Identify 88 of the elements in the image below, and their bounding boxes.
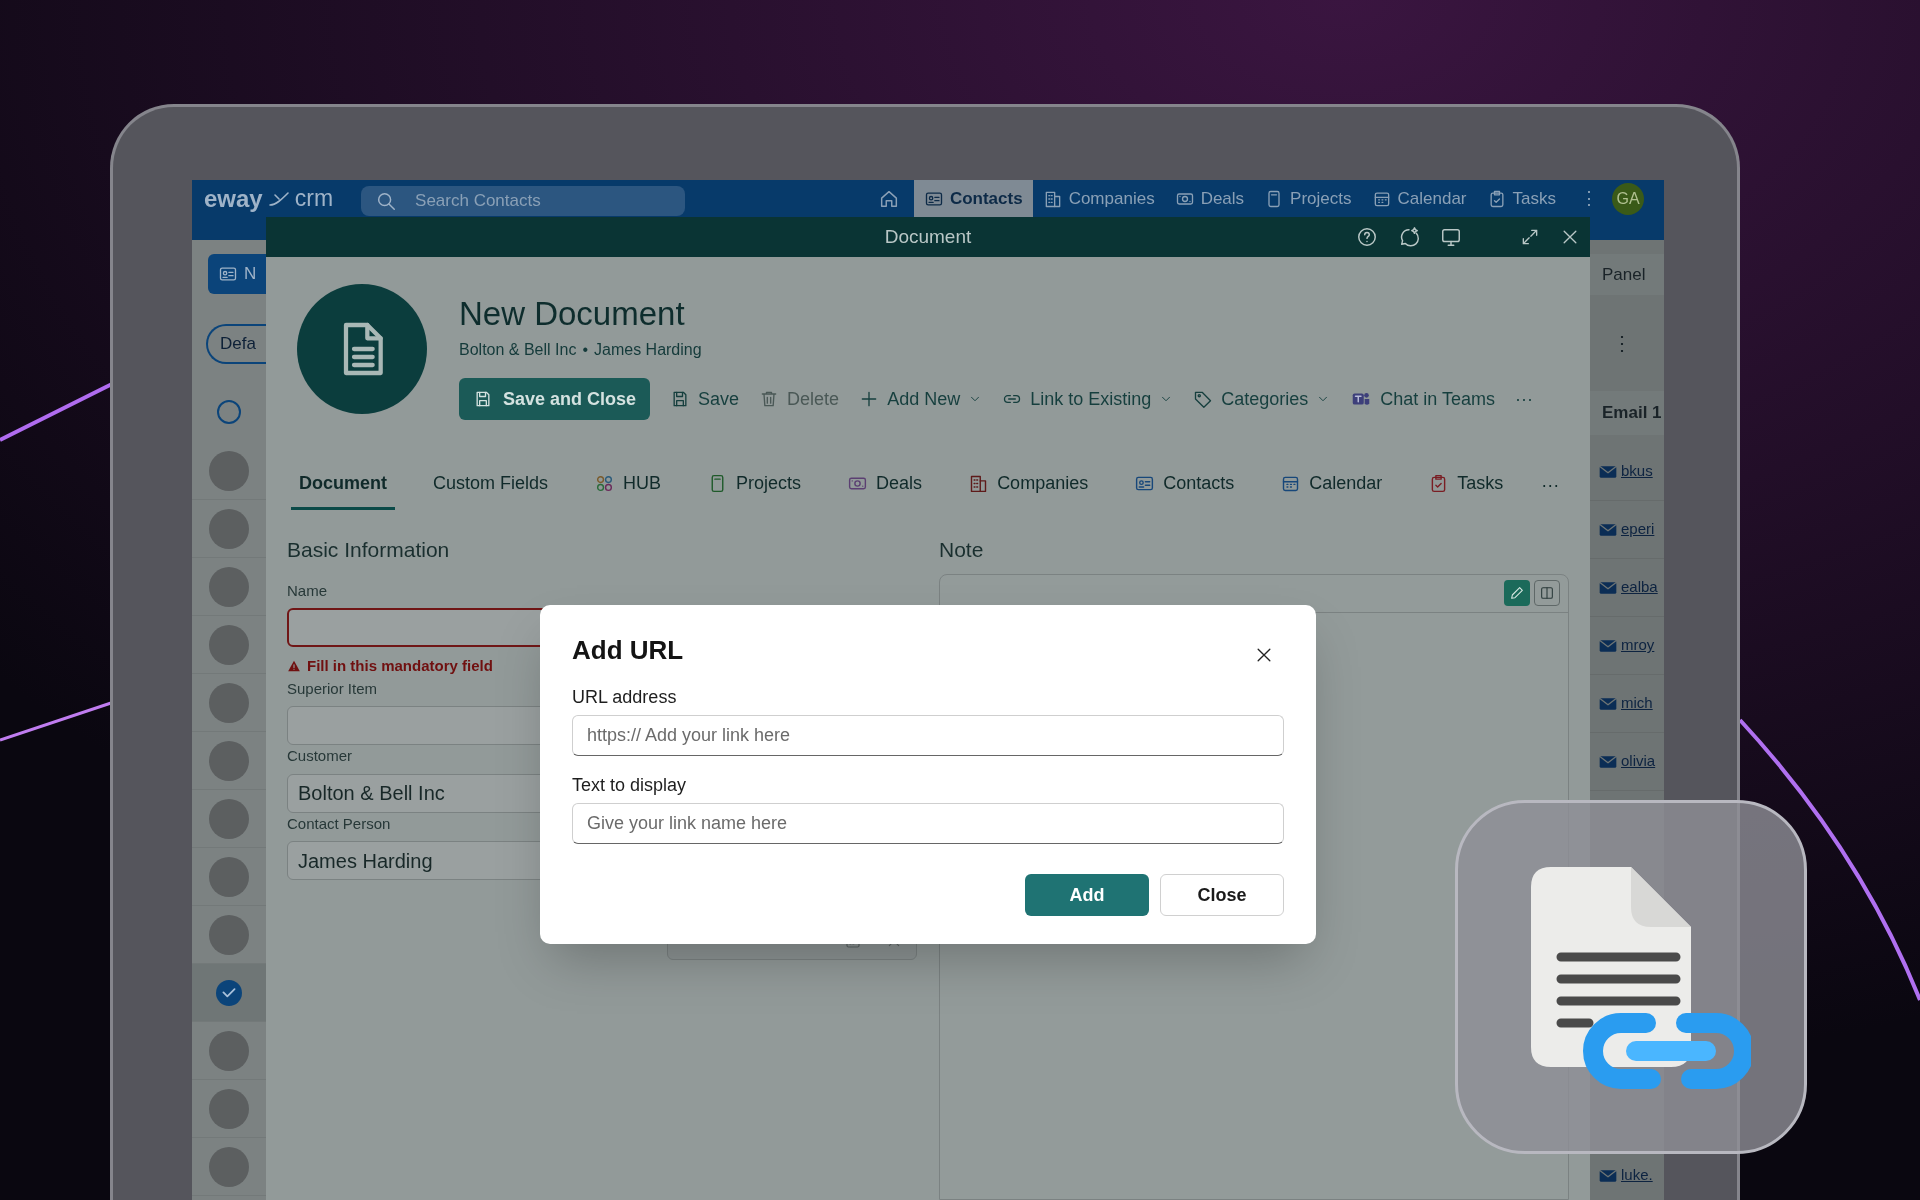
form-tab[interactable]: HUB [586,460,670,510]
split-view-icon [1539,585,1555,601]
toolbar-button[interactable]: Save [670,385,740,413]
row-checkbox[interactable] [216,979,242,1006]
avatar-placeholder[interactable] [209,798,249,839]
monitor-button[interactable] [1440,226,1462,248]
avatar-placeholder[interactable] [209,508,249,549]
search-icon [375,190,398,212]
save-and-close-button[interactable]: Save and Close [459,378,651,420]
editor-mode-button[interactable] [1504,580,1530,606]
maximize-button[interactable] [1520,227,1540,247]
panel-button[interactable]: Panel [1590,254,1664,295]
avatar-placeholder[interactable] [209,740,249,781]
toolbar-button[interactable]: Add New [859,385,983,413]
toolbar-button[interactable]: Chat in Teams [1350,385,1495,413]
nav-tab[interactable]: Calendar [1361,180,1477,217]
form-tab[interactable]: Companies [960,460,1097,510]
form-tab[interactable]: Document [291,460,395,510]
avatar-placeholder[interactable] [209,624,249,665]
avatar-placeholder[interactable] [209,914,249,955]
nav-tab[interactable]: Projects [1254,180,1362,217]
nav-tab[interactable]: Contacts [913,180,1033,217]
more-actions-button[interactable]: ··· [1515,385,1533,413]
avatar-placeholder[interactable] [209,856,249,897]
field-label: Name [287,580,327,601]
error-message: Fill in this mandatory field [307,656,493,676]
form-tab[interactable]: Custom Fields [425,460,557,510]
tag-icon [1193,389,1214,409]
panel-more-menu[interactable]: ⋮ [1612,328,1632,358]
toolbar-button[interactable]: Link to Existing [1002,385,1174,413]
text-input[interactable]: Give your link name here [572,803,1284,844]
field-label: URL address [572,686,677,709]
separator-dot: • [582,340,588,360]
more-tabs-button[interactable]: ··· [1541,471,1560,499]
avatar-placeholder[interactable] [209,682,249,723]
nav-tab[interactable]: Deals [1164,180,1255,217]
chat-sparkle-icon [1398,226,1420,248]
help-button[interactable] [1356,226,1378,248]
record-title: New Document [459,294,686,334]
editor-mode-button[interactable] [1534,580,1560,606]
avatar-placeholder[interactable] [209,1030,249,1071]
more-menu[interactable]: ⋮ [1566,180,1612,217]
email-link[interactable]: olivia [1621,750,1656,773]
select-all-checkbox[interactable] [217,400,241,424]
form-tab[interactable]: Calendar [1272,460,1391,510]
add-button[interactable]: Add [1025,874,1149,916]
edit-icon [1509,585,1525,601]
nav-tab[interactable]: Companies [1032,180,1165,217]
email-link[interactable]: ealba [1621,576,1658,599]
customer-link[interactable]: Bolton & Bell Inc [459,338,577,362]
text-input[interactable]: https:// Add your link here [572,715,1284,756]
field-label: Superior Item [287,678,378,699]
check-icon [222,987,236,998]
form-tab[interactable]: Tasks [1420,460,1512,510]
logo-text: eway [204,183,263,214]
field-label: Contact Person [287,813,391,834]
dialog-title: Add URL [572,634,684,667]
nav-tab[interactable]: Tasks [1476,180,1566,217]
column-header: Email 1 [1590,391,1664,435]
email-link[interactable]: mroy [1621,634,1655,657]
chat-sparkle-button[interactable] [1398,226,1420,248]
user-avatar[interactable]: GA [1612,183,1644,215]
avatar-placeholder[interactable] [209,566,249,607]
field-label: Customer [287,746,353,766]
avatar-placeholder[interactable] [209,450,249,491]
close-button[interactable]: Close [1160,874,1284,916]
form-tab[interactable]: Contacts [1126,460,1243,510]
email-link[interactable]: luke. [1621,1164,1653,1187]
section-heading: Note [939,537,985,563]
window-title: Document [884,224,972,249]
warning-icon [287,659,301,674]
email-link[interactable]: eperi [1621,518,1655,541]
form-tab[interactable]: Deals [839,460,931,510]
toolbar-button[interactable]: Categories [1193,385,1331,413]
monitor-icon [1440,226,1462,248]
email-link[interactable]: mich [1621,692,1653,715]
section-heading: Basic Information [287,537,450,563]
form-tab[interactable]: Projects [699,460,810,510]
field-label: Text to display [572,774,687,797]
logo-suffix: crm [294,184,334,214]
email-link[interactable]: bkus [1621,460,1653,483]
contact-link[interactable]: James Harding [594,338,702,362]
new-button[interactable]: N [208,254,266,294]
help-icon [1356,226,1378,248]
avatar-placeholder[interactable] [209,1088,249,1129]
search-field[interactable]: Search Contacts [361,186,686,216]
avatar-placeholder[interactable] [209,1146,249,1187]
expand-icon [1520,227,1540,247]
